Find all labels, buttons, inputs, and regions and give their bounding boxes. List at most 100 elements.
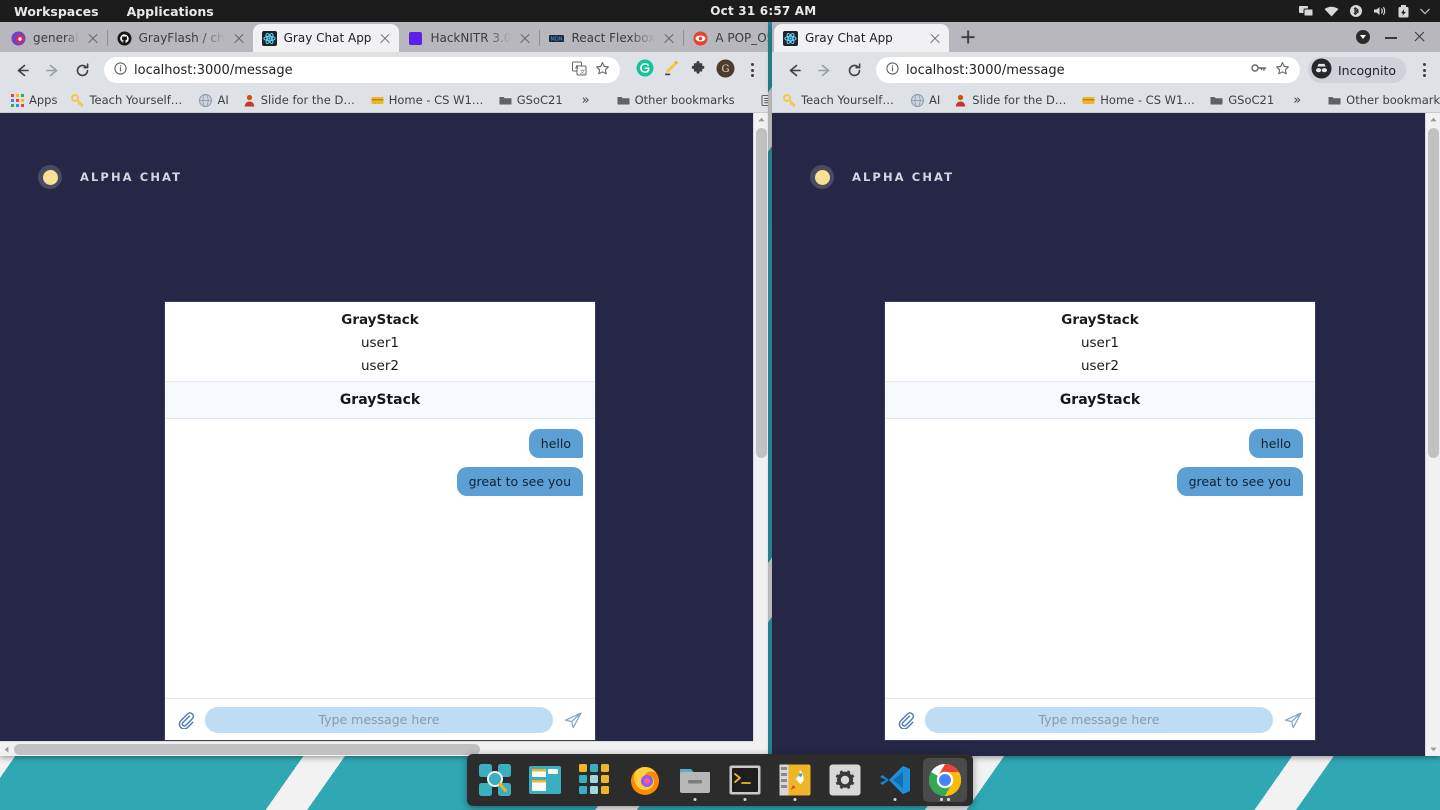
reload-button[interactable] (68, 56, 96, 84)
tab-close-icon[interactable] (232, 31, 246, 45)
tab-hacknitr[interactable]: HackNITR 3.0 (399, 24, 539, 52)
omnibox-icons: A文 (572, 61, 610, 80)
bookmark-gsoc21[interactable]: GSoC21 (494, 91, 568, 109)
tab-general[interactable]: general (2, 24, 107, 52)
dock-item-files[interactable] (673, 758, 717, 802)
send-icon[interactable] (563, 710, 583, 730)
kebab-menu-icon[interactable] (1416, 63, 1432, 77)
system-clock[interactable]: Oct 31 6:57 AM (710, 4, 816, 18)
bookmark-home-cs-w186[interactable]: Home - CS W186 (366, 91, 490, 109)
horizontal-scroll-thumb[interactable] (14, 744, 480, 755)
bookmark-gsoc21[interactable]: GSoC21 (1205, 91, 1279, 109)
active-room-header[interactable]: GrayStack (165, 381, 595, 419)
bookmark-teach-yourself[interactable]: Teach Yourself Co… (66, 91, 190, 109)
dock-item-firefox[interactable] (623, 758, 667, 802)
key-icon[interactable] (1251, 61, 1267, 79)
chrome-window-right[interactable]: Gray Chat App localhost:3000/message Inc… (772, 22, 1440, 756)
user-row[interactable]: GrayStack (165, 308, 595, 331)
tab-close-icon[interactable] (928, 31, 942, 45)
battery-icon[interactable] (1398, 4, 1409, 18)
bluetooth-icon[interactable] (1350, 5, 1362, 17)
send-icon[interactable] (1283, 710, 1303, 730)
user-row[interactable]: user1 (165, 331, 595, 354)
bookmark-home-cs-w186[interactable]: Home - CS W186 (1077, 91, 1201, 109)
tab-pop-os[interactable]: A POP_OS Scr (684, 24, 768, 52)
display-icon[interactable] (1299, 5, 1313, 17)
workspaces-button[interactable]: Workspaces (0, 4, 113, 19)
reload-button[interactable] (840, 56, 868, 84)
dock-item-pop-shop[interactable] (773, 758, 817, 802)
applications-button[interactable]: Applications (113, 4, 228, 19)
bookmark-ai[interactable]: AI (906, 91, 945, 109)
scroll-left-arrow-icon[interactable] (0, 742, 13, 756)
dock-item-window-tiling[interactable] (523, 758, 567, 802)
user-row[interactable]: GrayStack (885, 308, 1315, 331)
bookmark-slide-data[interactable]: Slide for the Data… (238, 91, 362, 109)
active-room-header[interactable]: GrayStack (885, 381, 1315, 419)
other-bookmarks-button[interactable]: Other bookmarks (612, 91, 740, 109)
message-input[interactable] (205, 706, 553, 733)
user-row[interactable]: user2 (885, 354, 1315, 377)
back-button[interactable] (8, 56, 36, 84)
puzzle-icon[interactable] (690, 60, 707, 81)
bookmark-star-icon[interactable] (1275, 61, 1290, 80)
dock-item-vs-code[interactable] (873, 758, 917, 802)
tab-close-icon[interactable] (378, 31, 392, 45)
scroll-up-arrow-icon[interactable] (754, 113, 768, 126)
dock-item-terminal[interactable] (723, 758, 767, 802)
kebab-menu-icon[interactable] (744, 63, 760, 77)
tab-gray-chat-app[interactable]: Gray Chat App (774, 24, 949, 52)
dock-item-settings[interactable] (823, 758, 867, 802)
tab-close-icon[interactable] (662, 31, 676, 45)
minimize-icon[interactable] (1378, 26, 1404, 48)
dock-item-google-chrome[interactable] (923, 758, 967, 802)
dock-item-app-grid[interactable] (573, 758, 617, 802)
address-bar-left[interactable]: localhost:3000/message A文 (104, 57, 620, 83)
bookmark-teach-yourself[interactable]: Teach Yourself Co… (778, 91, 902, 109)
tab-close-icon[interactable] (518, 31, 532, 45)
other-bookmarks-button[interactable]: Other bookmarks (1323, 91, 1440, 109)
dock-item-activities-search[interactable] (473, 758, 517, 802)
translate-icon[interactable]: A文 (572, 61, 587, 80)
vertical-scrollbar-left[interactable] (753, 113, 768, 756)
tab-grayflash[interactable]: GrayFlash / ch (108, 24, 253, 52)
forward-button[interactable] (38, 56, 66, 84)
tab-close-icon[interactable] (86, 31, 100, 45)
scroll-down-arrow-icon[interactable] (1426, 743, 1440, 756)
chevron-down-icon[interactable] (1420, 8, 1430, 15)
bookmark-overflow-button[interactable]: » (1287, 91, 1307, 110)
bookmark-star-icon[interactable] (595, 61, 610, 80)
vertical-scrollbar-right[interactable] (1425, 113, 1440, 756)
chrome-window-left[interactable]: general GrayFlash / ch Gray Chat App Hac… (0, 22, 768, 756)
site-info-icon[interactable] (114, 61, 127, 79)
profile-avatar-icon[interactable]: G (716, 59, 735, 82)
profile-caret-icon[interactable] (1350, 26, 1376, 48)
extensions-row-left: G (628, 59, 760, 82)
apps-shortcut[interactable]: Apps (6, 91, 62, 109)
user-row[interactable]: user1 (885, 331, 1315, 354)
forward-button[interactable] (810, 56, 838, 84)
highlighter-icon[interactable] (663, 59, 681, 81)
attachment-icon[interactable] (177, 711, 195, 730)
close-icon[interactable] (1406, 26, 1432, 48)
incognito-indicator[interactable]: Incognito (1307, 57, 1406, 83)
vertical-scroll-thumb[interactable] (756, 128, 767, 458)
site-info-icon[interactable] (886, 61, 899, 79)
bookmark-ai[interactable]: AI (194, 91, 233, 109)
address-bar-right[interactable]: localhost:3000/message (876, 57, 1300, 83)
attachment-icon[interactable] (897, 711, 915, 730)
tab-gray-chat-app[interactable]: Gray Chat App (252, 24, 400, 52)
new-tab-button[interactable] (955, 24, 981, 50)
back-button[interactable] (780, 56, 808, 84)
message-input[interactable] (925, 706, 1273, 733)
wifi-icon[interactable] (1324, 6, 1339, 17)
bookmark-slide-data[interactable]: Slide for the Data… (949, 91, 1073, 109)
reading-list-button[interactable]: Reading list (756, 91, 768, 109)
bookmark-overflow-button[interactable]: » (576, 91, 596, 110)
volume-icon[interactable] (1373, 5, 1387, 17)
user-row[interactable]: user2 (165, 354, 595, 377)
tab-react-flexbox[interactable]: MDN React Flexbox (540, 24, 683, 52)
vertical-scroll-thumb[interactable] (1428, 128, 1439, 458)
scroll-up-arrow-icon[interactable] (1426, 113, 1440, 126)
grammarly-icon[interactable] (636, 59, 654, 81)
